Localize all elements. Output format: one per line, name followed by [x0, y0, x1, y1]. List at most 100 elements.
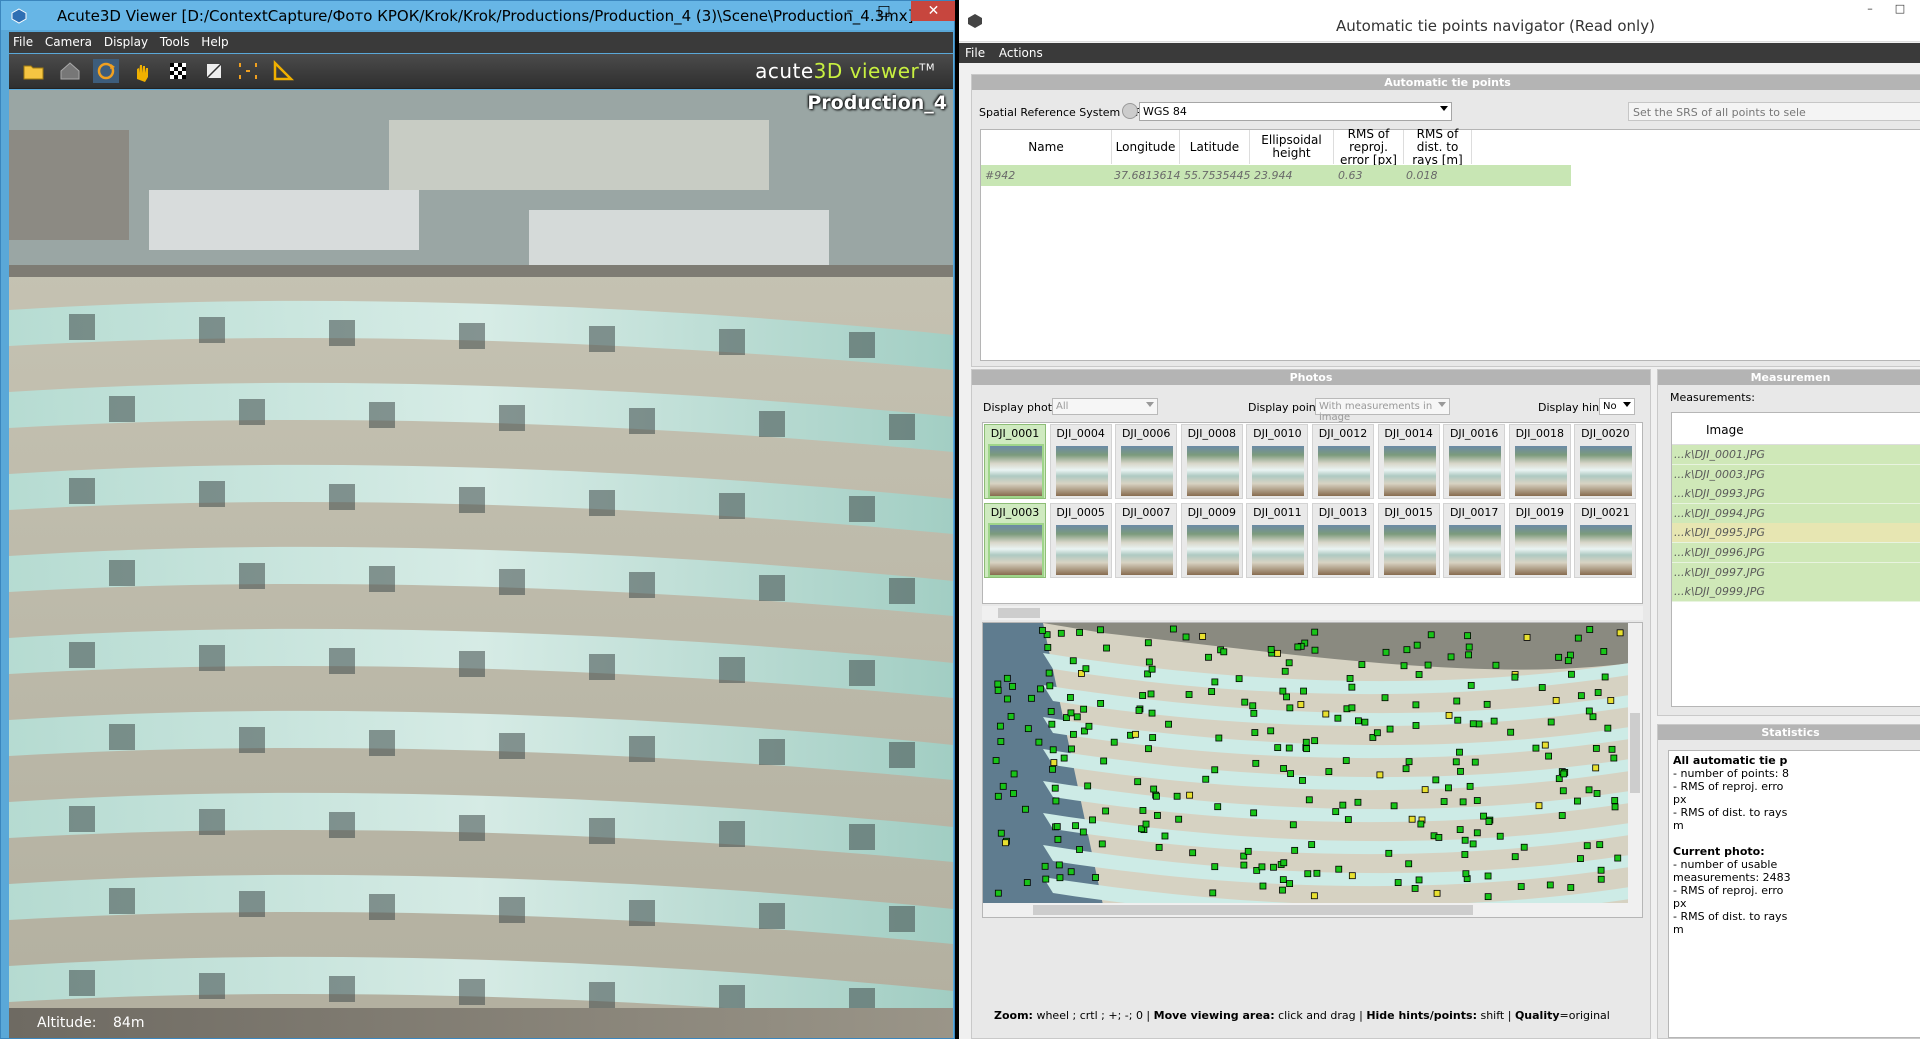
tie-point-marker[interactable]	[1251, 729, 1259, 736]
tie-point-marker[interactable]	[1202, 775, 1210, 783]
tie-point-marker[interactable]	[1057, 629, 1065, 637]
photo-thumbnail[interactable]: DJI_0019	[1508, 503, 1571, 578]
tie-point-marker[interactable]	[1002, 839, 1009, 847]
tie-point-marker[interactable]	[1052, 797, 1060, 805]
table-row[interactable]: ...k\DJI_0996.JPG	[1672, 543, 1920, 563]
tie-point-marker[interactable]	[1586, 626, 1594, 633]
tie-point-marker[interactable]	[994, 792, 1002, 800]
tie-point-marker[interactable]	[1134, 778, 1142, 786]
tie-point-marker[interactable]	[1007, 712, 1015, 720]
scrollbar-thumb[interactable]	[1630, 713, 1640, 793]
tie-point-marker[interactable]	[1597, 875, 1605, 883]
tie-point-marker[interactable]	[1279, 687, 1287, 695]
tie-point-marker[interactable]	[1311, 646, 1319, 654]
tie-point-marker[interactable]	[1079, 828, 1087, 836]
tie-point-marker[interactable]	[1153, 792, 1160, 800]
tie-point-marker[interactable]	[1067, 709, 1075, 717]
tie-point-marker[interactable]	[992, 757, 1000, 764]
tie-point-marker[interactable]	[1279, 876, 1287, 884]
tie-point-marker[interactable]	[1601, 673, 1609, 681]
photo-thumbnail[interactable]: DJI_0017	[1443, 503, 1506, 578]
tie-point-marker[interactable]	[997, 738, 1005, 745]
measure-ruler-icon[interactable]	[271, 59, 297, 83]
photo-horizontal-scrollbar[interactable]	[983, 903, 1642, 917]
tie-point-marker[interactable]	[1028, 694, 1035, 702]
tie-point-marker[interactable]	[1555, 653, 1563, 661]
tie-point-marker[interactable]	[1039, 626, 1046, 634]
tie-point-marker[interactable]	[1484, 872, 1492, 880]
tie-point-marker[interactable]	[1471, 758, 1479, 766]
display-photos-select[interactable]: All	[1052, 398, 1158, 415]
tie-point-marker[interactable]	[1334, 714, 1342, 722]
srs-select[interactable]: WGS 84	[1139, 102, 1452, 121]
tie-point-marker[interactable]	[1010, 770, 1018, 778]
photo-thumbnail[interactable]: DJI_0021	[1574, 503, 1637, 578]
tie-point-marker[interactable]	[1209, 889, 1217, 897]
tie-point-marker[interactable]	[1250, 809, 1258, 817]
tie-point-marker[interactable]	[1475, 720, 1483, 728]
tie-point-marker[interactable]	[1361, 718, 1369, 726]
tie-point-marker[interactable]	[1070, 730, 1077, 738]
tie-point-marker[interactable]	[1165, 720, 1172, 728]
tie-point-marker[interactable]	[1067, 694, 1074, 701]
globe-icon[interactable]	[1122, 103, 1138, 119]
navigator-title-bar[interactable]: Automatic tie points navigator (Read onl…	[959, 0, 1920, 42]
tie-point-marker[interactable]	[1053, 823, 1061, 830]
tie-point-marker[interactable]	[1490, 717, 1498, 725]
tie-point-marker[interactable]	[1149, 734, 1157, 741]
tie-point-marker[interactable]	[1385, 849, 1393, 857]
tie-point-marker[interactable]	[1098, 840, 1106, 848]
tie-point-marker[interactable]	[1267, 727, 1275, 735]
tie-point-marker[interactable]	[1283, 693, 1290, 701]
tie-point-marker[interactable]	[1185, 691, 1193, 698]
tie-point-marker[interactable]	[1286, 880, 1294, 888]
tie-point-marker[interactable]	[1355, 717, 1362, 725]
scrollbar-thumb[interactable]	[998, 608, 1040, 618]
tie-point-marker[interactable]	[1097, 700, 1105, 707]
tie-point-marker[interactable]	[1412, 701, 1420, 709]
menu-file[interactable]: File	[9, 32, 37, 49]
tie-point-marker[interactable]	[1142, 820, 1150, 828]
tie-point-marker[interactable]	[1054, 835, 1062, 843]
tie-point-marker[interactable]	[997, 829, 1005, 837]
tie-point-marker[interactable]	[1173, 792, 1181, 800]
tie-point-marker[interactable]	[1310, 892, 1318, 900]
tie-point-marker[interactable]	[1286, 704, 1294, 712]
tie-point-marker[interactable]	[1241, 698, 1249, 706]
home-icon[interactable]	[57, 59, 83, 83]
tie-point-marker[interactable]	[1567, 884, 1575, 891]
tie-point-marker[interactable]	[1348, 704, 1356, 712]
tie-point-marker[interactable]	[1614, 854, 1622, 862]
tie-point-marker[interactable]	[1051, 784, 1059, 792]
tie-point-marker[interactable]	[1085, 722, 1093, 730]
orbit-icon[interactable]	[93, 59, 119, 83]
tie-point-marker[interactable]	[1022, 805, 1029, 813]
tie-point-marker[interactable]	[1244, 847, 1252, 855]
tie-point-marker[interactable]	[1041, 862, 1049, 870]
tie-point-marker[interactable]	[1211, 863, 1219, 871]
tie-point-marker[interactable]	[1462, 870, 1470, 878]
tie-point-marker[interactable]	[1465, 651, 1472, 659]
tie-point-marker[interactable]	[1281, 667, 1289, 675]
tie-point-marker[interactable]	[1473, 797, 1481, 804]
tie-point-marker[interactable]	[1415, 876, 1423, 884]
tie-point-marker[interactable]	[1405, 758, 1413, 766]
tie-point-marker[interactable]	[1610, 754, 1618, 762]
tie-point-marker[interactable]	[1300, 687, 1307, 695]
tie-point-marker[interactable]	[994, 686, 1002, 694]
tie-point-marker[interactable]	[1432, 776, 1440, 784]
tie-point-marker[interactable]	[1496, 832, 1504, 840]
tie-point-marker[interactable]	[1600, 647, 1608, 655]
tie-point-marker[interactable]	[1593, 790, 1601, 797]
tie-point-marker[interactable]	[1304, 870, 1312, 878]
tie-point-marker[interactable]	[1541, 741, 1549, 749]
tie-point-marker[interactable]	[1056, 874, 1064, 882]
tie-point-marker[interactable]	[1411, 885, 1419, 892]
tie-point-marker[interactable]	[1346, 675, 1354, 682]
maximize-button[interactable]: □	[1889, 3, 1911, 15]
tie-point-marker[interactable]	[1135, 707, 1143, 714]
tie-point-marker[interactable]	[1461, 836, 1469, 844]
tie-point-marker[interactable]	[1322, 710, 1330, 718]
tie-point-marker[interactable]	[1574, 797, 1581, 805]
photo-thumbnail[interactable]: DJI_0003	[984, 503, 1046, 578]
